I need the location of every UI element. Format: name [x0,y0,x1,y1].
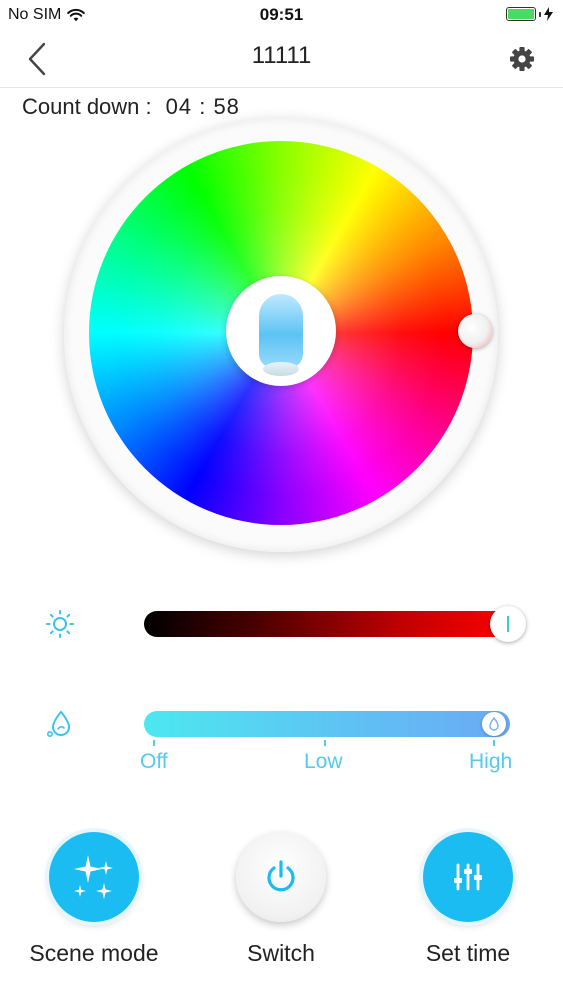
gear-icon [510,47,534,71]
water-drop-icon [489,717,499,731]
settings-button[interactable] [503,40,541,78]
switch-label: Switch [247,940,315,966]
level-label-high[interactable]: High [469,750,512,774]
tick-high [493,740,495,746]
scene-mode-action: Scene mode [14,832,174,967]
brightness-slider-thumb[interactable] [490,606,526,642]
nav-bar: 11111 [0,30,563,88]
brightness-slider[interactable] [144,611,514,637]
tick-off [153,740,155,746]
color-wheel-container [64,118,498,552]
set-time-button[interactable] [423,832,513,922]
mist-level-slider-thumb[interactable] [482,712,506,736]
mist-level-slider[interactable] [144,711,510,737]
lamp-preview [226,276,336,386]
color-wheel-handle[interactable] [458,314,492,348]
power-switch-button[interactable] [236,832,326,922]
lamp-icon [259,294,303,376]
sliders-icon [454,863,482,891]
status-time: 09:51 [259,5,304,24]
level-label-low[interactable]: Low [304,750,343,774]
device-title: 11111 [251,42,312,69]
water-drop-icon [46,710,71,737]
countdown-label: Count down : [22,94,152,119]
set-time-action: Set time [388,832,548,967]
battery-charging-icon [506,7,553,21]
power-icon [267,860,295,892]
countdown: Count down : 04 : 58 [22,94,240,120]
tick-low [324,740,326,746]
sun-icon [46,610,74,638]
level-label-off[interactable]: Off [140,750,168,774]
sparkles-icon [74,855,113,899]
status-bar: No SIM 09:51 [0,0,563,30]
set-time-label: Set time [425,940,511,966]
scene-mode-label: Scene mode [29,940,159,966]
switch-action: Switch [201,832,361,967]
scene-mode-button[interactable] [49,832,139,922]
countdown-value: 04 : 58 [165,94,240,119]
